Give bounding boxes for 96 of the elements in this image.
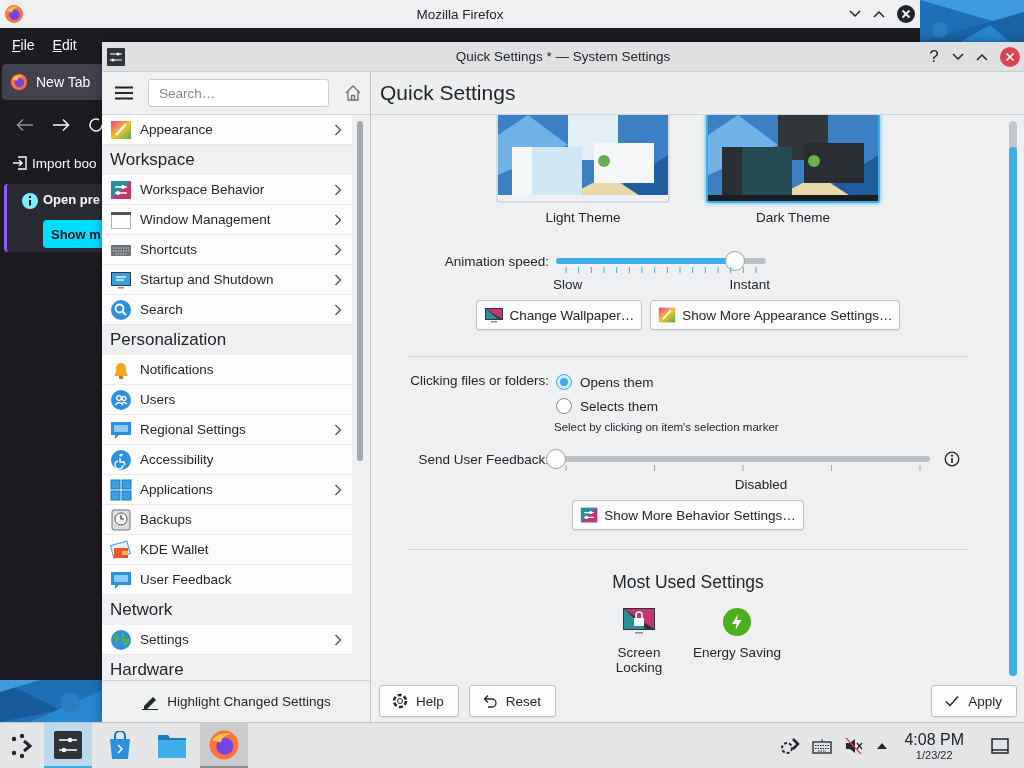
monitor-icon bbox=[483, 307, 504, 323]
sidebar-item[interactable]: Shortcuts bbox=[102, 235, 352, 265]
sidebar-item[interactable]: Regional Settings bbox=[102, 415, 352, 445]
sidebar-item[interactable]: KDE Wallet bbox=[102, 535, 352, 565]
highlight-button[interactable]: Highlight Changed Settings bbox=[133, 686, 339, 717]
firefox-logo-icon bbox=[208, 728, 240, 761]
menu-item[interactable]: File bbox=[12, 37, 35, 53]
menu-icon[interactable] bbox=[115, 86, 133, 100]
task-button[interactable] bbox=[44, 723, 92, 768]
show-desktop-icon[interactable] bbox=[990, 735, 1010, 756]
chevron-icon bbox=[334, 423, 342, 436]
sliders-icon bbox=[110, 178, 132, 201]
chevron-icon bbox=[334, 633, 342, 646]
field-label: Clicking files or folders: bbox=[409, 373, 549, 388]
theme-label: Light Theme bbox=[545, 210, 621, 225]
menu-item[interactable]: Edit bbox=[52, 37, 77, 53]
section-title: Most Used Settings bbox=[611, 572, 765, 593]
palette-icon bbox=[658, 306, 677, 324]
section-header: Personalization bbox=[102, 325, 352, 355]
section-header: Network bbox=[102, 595, 352, 625]
settings-icon[interactable] bbox=[53, 729, 83, 760]
expand-icon[interactable] bbox=[876, 741, 889, 750]
radio-label[interactable]: Opens them bbox=[580, 374, 654, 390]
accessibility-icon bbox=[110, 448, 132, 471]
slider-thumb[interactable] bbox=[546, 449, 566, 469]
theme-label: Dark Theme bbox=[756, 210, 830, 225]
firefox-logo-icon bbox=[10, 73, 28, 91]
info-icon[interactable] bbox=[944, 451, 960, 467]
chevron-icon bbox=[334, 303, 342, 316]
slider-label: Instant bbox=[729, 277, 770, 292]
radio-button[interactable] bbox=[556, 374, 572, 390]
help-button[interactable]: ? bbox=[927, 46, 941, 67]
clock[interactable]: 4:08 PM 1/23/22 bbox=[904, 730, 964, 761]
forward-icon[interactable] bbox=[52, 117, 70, 132]
settings-button[interactable]: Show More Behavior Settings… bbox=[572, 500, 804, 530]
phone-link-icon[interactable] bbox=[780, 735, 801, 756]
lightning-icon bbox=[720, 605, 754, 639]
field-label: Send User Feedback: bbox=[417, 451, 549, 467]
dialog-button[interactable]: Reset bbox=[468, 685, 557, 717]
window-title: Quick Settings * — System Settings bbox=[454, 49, 672, 64]
chevron-icon bbox=[334, 183, 342, 196]
sidebar-item[interactable]: Accessibility bbox=[102, 445, 352, 475]
users-icon bbox=[110, 388, 132, 411]
palette-icon bbox=[110, 118, 132, 141]
sidebar-item[interactable]: Users bbox=[102, 385, 352, 415]
sidebar-item[interactable]: Applications bbox=[102, 475, 352, 505]
globe-icon bbox=[110, 628, 132, 651]
sliders-icon bbox=[580, 506, 599, 524]
hint-text: Select by clicking on item's selection marker bbox=[554, 421, 780, 433]
chevron-icon bbox=[334, 243, 342, 256]
page-title: Quick Settings bbox=[371, 72, 1024, 115]
notice-title: Open pre bbox=[43, 192, 101, 207]
scrollbar-thumb[interactable] bbox=[357, 121, 363, 461]
section-header: Workspace bbox=[102, 145, 352, 175]
undo-icon bbox=[481, 693, 498, 709]
sidebar-item[interactable]: Workspace Behavior bbox=[102, 175, 352, 205]
wallet-icon bbox=[110, 538, 132, 561]
settings-button[interactable]: Change Wallpaper… bbox=[475, 300, 643, 330]
slider-thumb[interactable] bbox=[724, 251, 745, 271]
sidebar-item[interactable]: Backups bbox=[102, 505, 352, 535]
shortcut-item[interactable]: Screen Locking bbox=[604, 605, 674, 675]
import-link[interactable]: Import boo bbox=[12, 152, 97, 174]
chevron-icon bbox=[334, 213, 342, 226]
close-icon[interactable] bbox=[896, 4, 916, 24]
lifebuoy-icon bbox=[392, 693, 408, 709]
sidebar-item[interactable]: Window Management bbox=[102, 205, 352, 235]
field-label: Animation speed: bbox=[443, 253, 549, 269]
firefox-logo-icon bbox=[4, 4, 24, 24]
grid-icon bbox=[110, 478, 132, 501]
home-icon[interactable] bbox=[344, 84, 362, 102]
radio-label[interactable]: Selects them bbox=[580, 398, 659, 414]
slider-value: Disabled bbox=[733, 477, 789, 492]
sidebar-item[interactable]: Startup and Shutdown bbox=[102, 265, 352, 295]
radio-button[interactable] bbox=[556, 398, 572, 414]
reload-icon[interactable] bbox=[88, 116, 104, 133]
check-icon bbox=[944, 693, 961, 709]
search-field[interactable]: Search… bbox=[148, 79, 329, 107]
sidebar-item[interactable]: Notifications bbox=[102, 355, 352, 385]
app-icon bbox=[106, 46, 126, 67]
slider-label: Slow bbox=[553, 277, 583, 292]
chevron-icon bbox=[334, 273, 342, 286]
section-header: Hardware bbox=[102, 655, 352, 680]
clock-icon bbox=[110, 508, 132, 531]
keyboard-icon[interactable] bbox=[812, 737, 833, 754]
dialog-button[interactable]: Apply bbox=[931, 685, 1017, 717]
chevron-icon bbox=[334, 483, 342, 496]
settings-button[interactable]: Show More Appearance Settings… bbox=[650, 300, 901, 330]
window-title: Mozilla Firefox bbox=[415, 6, 505, 22]
shortcut-item[interactable]: Energy Saving bbox=[688, 605, 786, 660]
muted-speaker-icon[interactable] bbox=[844, 735, 865, 756]
dialog-button[interactable]: Help bbox=[379, 685, 459, 717]
back-icon[interactable] bbox=[16, 117, 34, 132]
search-icon bbox=[110, 298, 132, 321]
info-icon bbox=[21, 192, 39, 210]
chevron-icon bbox=[334, 123, 342, 136]
import-icon bbox=[12, 155, 28, 171]
